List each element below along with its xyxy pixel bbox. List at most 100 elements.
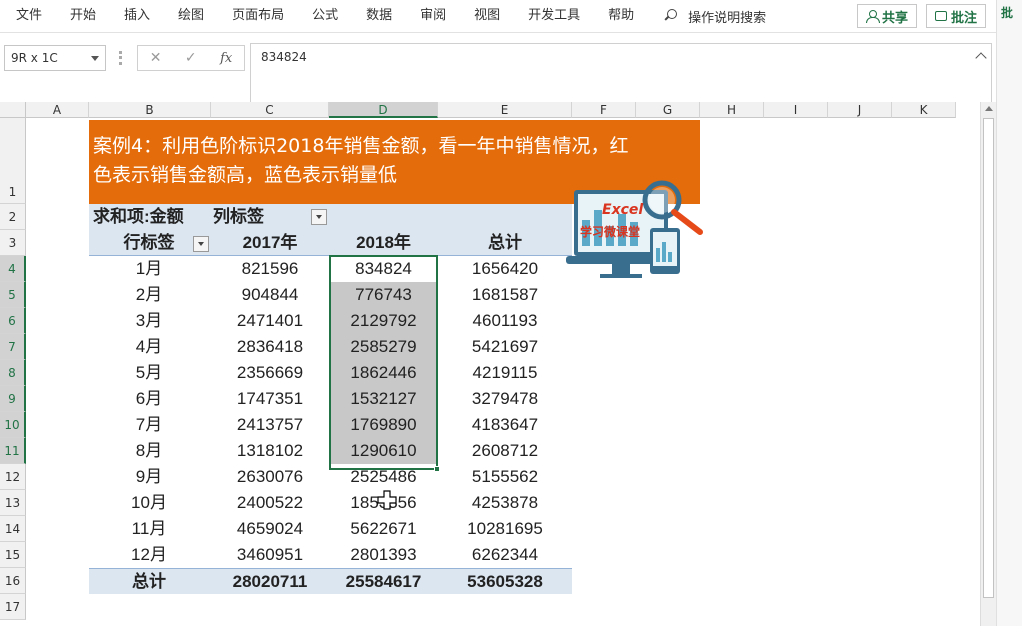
value-total-cell[interactable]: 5155562: [438, 464, 572, 490]
value-total-cell[interactable]: 2608712: [438, 438, 572, 464]
column-filter-button[interactable]: [311, 209, 327, 225]
name-box[interactable]: 9R x 1C: [4, 45, 106, 71]
side-pane-label[interactable]: 批: [1001, 4, 1022, 21]
value-2017-cell[interactable]: 2630076: [211, 464, 329, 490]
column-header-i[interactable]: I: [764, 102, 828, 118]
row-header-8[interactable]: 8: [0, 360, 26, 386]
month-cell[interactable]: 1月: [89, 256, 209, 282]
row-header-6[interactable]: 6: [0, 308, 26, 334]
row-filter-button[interactable]: [193, 236, 209, 252]
confirm-icon[interactable]: ✓: [185, 50, 197, 66]
collapse-formula-icon[interactable]: [975, 52, 987, 64]
column-header-c[interactable]: C: [211, 102, 329, 118]
value-2017-cell[interactable]: 2400522: [211, 490, 329, 516]
row-header-13[interactable]: 13: [0, 490, 26, 516]
menu-view[interactable]: 视图: [460, 0, 514, 32]
value-2018-cell[interactable]: 2129792: [329, 308, 438, 334]
row-header-9[interactable]: 9: [0, 386, 26, 412]
value-2017-cell[interactable]: 2356669: [211, 360, 329, 386]
value-2018-cell[interactable]: 1532127: [329, 386, 438, 412]
month-cell[interactable]: 11月: [89, 516, 209, 542]
month-cell[interactable]: 2月: [89, 282, 209, 308]
column-header-b[interactable]: B: [89, 102, 211, 118]
row-header-17[interactable]: 17: [0, 594, 26, 620]
value-total-cell[interactable]: 1681587: [438, 282, 572, 308]
row-header-12[interactable]: 12: [0, 464, 26, 490]
header-2018[interactable]: 2018年: [329, 230, 438, 256]
column-header-e[interactable]: E: [438, 102, 572, 118]
row-header-16[interactable]: 16: [0, 568, 26, 594]
value-2017-cell[interactable]: 2836418: [211, 334, 329, 360]
row-header-2[interactable]: 2: [0, 204, 26, 230]
menu-draw[interactable]: 绘图: [164, 0, 218, 32]
menu-file[interactable]: 文件: [0, 0, 56, 32]
column-header-j[interactable]: J: [828, 102, 892, 118]
column-header-d[interactable]: D: [329, 102, 438, 118]
value-2018-cell[interactable]: 2525486: [329, 464, 438, 490]
value-2017-cell[interactable]: 4659024: [211, 516, 329, 542]
header-total[interactable]: 总计: [438, 230, 572, 256]
row-header-10[interactable]: 10: [0, 412, 26, 438]
month-cell[interactable]: 8月: [89, 438, 209, 464]
value-total-cell[interactable]: 3279478: [438, 386, 572, 412]
month-cell[interactable]: 3月: [89, 308, 209, 334]
column-header-h[interactable]: H: [700, 102, 764, 118]
header-2017[interactable]: 2017年: [211, 230, 329, 256]
menu-developer[interactable]: 开发工具: [514, 0, 594, 32]
value-total-cell[interactable]: 4219115: [438, 360, 572, 386]
value-2018-cell[interactable]: 1862446: [329, 360, 438, 386]
value-2017-cell[interactable]: 1747351: [211, 386, 329, 412]
worksheet-grid[interactable]: ABCDEFGHIJK 1 2 3 4 5 6 7 8 9 10 11 12 13 14 15 16 17 案例…: [0, 102, 980, 626]
chevron-down-icon[interactable]: [91, 56, 99, 61]
month-cell[interactable]: 7月: [89, 412, 209, 438]
month-cell[interactable]: 12月: [89, 542, 209, 568]
menu-review[interactable]: 审阅: [406, 0, 460, 32]
value-2018-cell[interactable]: 834824: [329, 256, 438, 282]
value-2018-cell[interactable]: 776743: [329, 282, 438, 308]
comments-button[interactable]: 批注: [926, 4, 986, 28]
menu-page-layout[interactable]: 页面布局: [218, 0, 298, 32]
month-cell[interactable]: 9月: [89, 464, 209, 490]
value-2018-cell[interactable]: 2585279: [329, 334, 438, 360]
row-header-11[interactable]: 11: [0, 438, 26, 464]
value-2018-cell[interactable]: 1290610: [329, 438, 438, 464]
value-total-cell[interactable]: 4253878: [438, 490, 572, 516]
month-cell[interactable]: 10月: [89, 490, 209, 516]
share-button[interactable]: 共享: [857, 4, 917, 28]
menu-formulas[interactable]: 公式: [298, 0, 352, 32]
scroll-up-icon[interactable]: [985, 106, 993, 111]
value-2018-cell[interactable]: 2801393: [329, 542, 438, 568]
menu-help[interactable]: 帮助: [594, 0, 648, 32]
value-2018-cell[interactable]: 5622671: [329, 516, 438, 542]
value-total-cell[interactable]: 1656420: [438, 256, 572, 282]
value-2017-cell[interactable]: 1318102: [211, 438, 329, 464]
value-2018-cell[interactable]: 1769890: [329, 412, 438, 438]
value-2017-cell[interactable]: 904844: [211, 282, 329, 308]
value-2017-cell[interactable]: 821596: [211, 256, 329, 282]
menu-home[interactable]: 开始: [56, 0, 110, 32]
row-header-5[interactable]: 5: [0, 282, 26, 308]
column-labels[interactable]: 列标签: [213, 204, 293, 230]
value-total-cell[interactable]: 5421697: [438, 334, 572, 360]
grand-total-all[interactable]: 53605328: [438, 569, 572, 595]
value-total-cell[interactable]: 6262344: [438, 542, 572, 568]
column-header-f[interactable]: F: [572, 102, 636, 118]
column-header-g[interactable]: G: [636, 102, 700, 118]
menu-data[interactable]: 数据: [352, 0, 406, 32]
value-2017-cell[interactable]: 3460951: [211, 542, 329, 568]
value-2017-cell[interactable]: 2471401: [211, 308, 329, 334]
grand-total-label[interactable]: 总计: [89, 569, 209, 595]
row-labels[interactable]: 行标签: [89, 230, 209, 256]
column-header-k[interactable]: K: [892, 102, 956, 118]
grand-total-2018[interactable]: 25584617: [329, 569, 438, 595]
vertical-scrollbar[interactable]: [980, 102, 996, 626]
sum-label[interactable]: 求和项:金额: [89, 204, 209, 230]
month-cell[interactable]: 5月: [89, 360, 209, 386]
month-cell[interactable]: 4月: [89, 334, 209, 360]
row-header-1[interactable]: 1: [0, 118, 26, 204]
select-all-corner[interactable]: [0, 102, 26, 118]
value-total-cell[interactable]: 4183647: [438, 412, 572, 438]
menu-insert[interactable]: 插入: [110, 0, 164, 32]
tell-me-search[interactable]: 操作说明搜索: [664, 0, 766, 32]
column-header-a[interactable]: A: [26, 102, 89, 118]
